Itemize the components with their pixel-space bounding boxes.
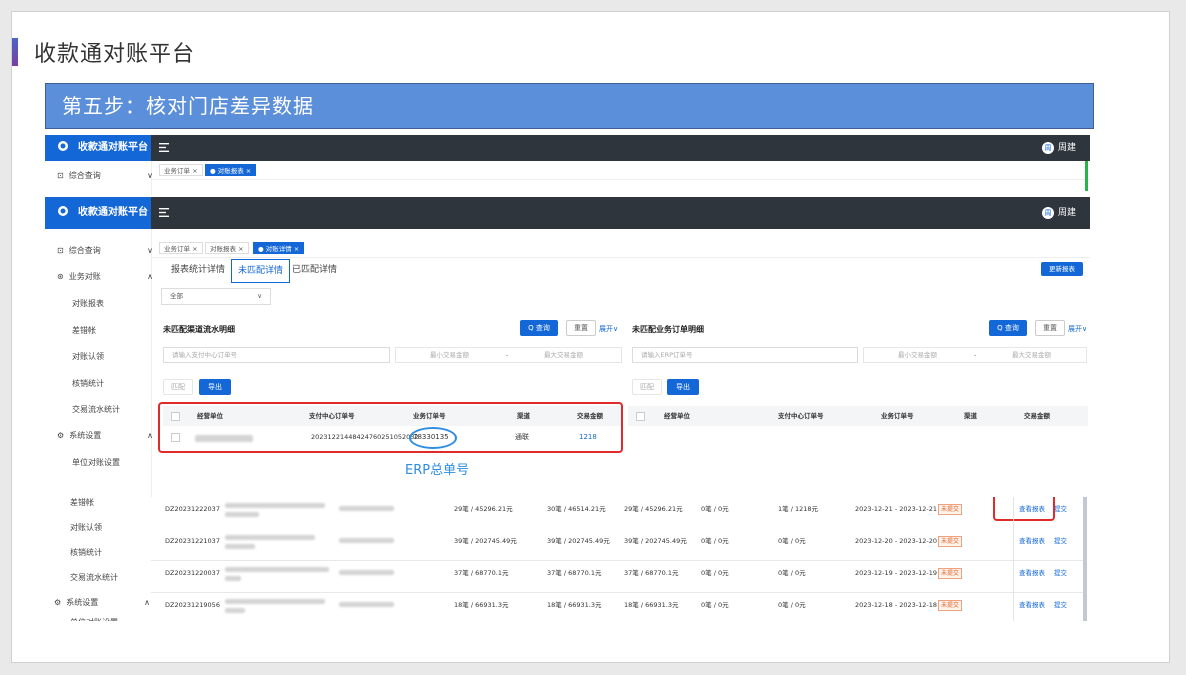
submit-link[interactable]: 提交 xyxy=(1054,593,1067,617)
erp-order-highlight xyxy=(409,427,457,449)
sidebar-item-recon[interactable]: ⊛ 业务对账 ∧ xyxy=(45,267,163,287)
submit-link[interactable]: 提交 xyxy=(1054,529,1067,553)
list-item[interactable]: DZ20231220037 37笔 / 68770.1元 37笔 / 68770… xyxy=(151,561,1086,593)
subtab-unmatched[interactable]: 未匹配详情 xyxy=(231,259,291,283)
left-query-button[interactable]: Q 查询 xyxy=(520,320,558,336)
brand: 收款通对账平台 xyxy=(45,197,151,229)
status-badge: 未提交 xyxy=(938,568,963,579)
back-header: 收款通对账平台 周周建 xyxy=(45,135,1090,161)
right-table-header: 经营单位 支付中心订单号 业务订单号 渠道 交易金额 xyxy=(628,406,1088,426)
range-dash: - xyxy=(506,351,509,359)
highlight-box xyxy=(158,402,623,453)
chevron-down-icon: ∨ xyxy=(257,292,262,300)
right-match-button[interactable]: 匹配 xyxy=(632,379,662,395)
right-amount-range[interactable]: 最小交易金额 - 最大交易金额 xyxy=(863,347,1087,363)
left-min-amount: 最小交易金额 xyxy=(430,351,469,359)
back-sidebar-item[interactable]: ⊡ 综合查询 ∨ xyxy=(45,166,163,186)
sidebar-item-settings[interactable]: ⚙ 系统设置 ∧ xyxy=(45,426,163,446)
back-brand: 收款通对账平台 xyxy=(45,135,151,161)
back-brand-title: 收款通对账平台 xyxy=(78,142,148,153)
slide-title: 收款通对账平台 xyxy=(34,42,196,67)
slide: 收款通对账平台 第五步：核对门店差异数据 收款通对账平台 周周建 ⊡ 综合查询 ∨… xyxy=(11,11,1170,663)
detail-subtabs: 报表统计详情 未匹配详情 已匹配详情 更新报表 xyxy=(151,255,1090,285)
avatar: 周 xyxy=(1041,141,1054,154)
erp-annotation: ERP总单号 xyxy=(405,463,470,478)
back-user[interactable]: 周周建 xyxy=(1041,141,1076,155)
right-reset-button[interactable]: 重置 xyxy=(1035,320,1065,336)
sidebar-item-claim[interactable]: 对账认领 xyxy=(45,347,178,367)
right-min-amount: 最小交易金额 xyxy=(898,351,937,359)
avatar: 周 xyxy=(1041,206,1054,219)
back-sidebar: ⊡ 综合查询 ∨ xyxy=(45,161,153,195)
left-panel-title: 未匹配渠道流水明细 xyxy=(163,325,235,334)
refresh-report-button[interactable]: 更新报表 xyxy=(1041,262,1083,276)
back-tabs: 业务订单 × ● 对账报表 × xyxy=(151,161,1090,180)
right-panel-title: 未匹配业务订单明细 xyxy=(632,325,704,334)
left-export-button[interactable]: 导出 xyxy=(199,379,231,395)
menu-icon[interactable] xyxy=(159,208,169,217)
status-badge: 未提交 xyxy=(938,600,963,611)
app-screenshot: 收款通对账平台 周周建 ⊡ 综合查询 ∨ 业务订单 × ● 对账报表 × 收款通对… xyxy=(45,135,1090,621)
sidebar-item-report[interactable]: 对账报表 xyxy=(45,294,178,314)
logo-icon xyxy=(58,141,68,151)
view-report-link[interactable]: 查看报表 xyxy=(1019,529,1045,553)
user-name: 周建 xyxy=(1057,208,1076,218)
left-order-input[interactable]: 请输入支付中心订单号 xyxy=(163,347,390,363)
subtab-stats[interactable]: 报表统计详情 xyxy=(165,259,231,281)
range-dash: - xyxy=(974,351,977,359)
back-scrollbar[interactable] xyxy=(1085,161,1088,191)
list-scrollbar[interactable] xyxy=(1083,497,1087,621)
left-max-amount: 最大交易金额 xyxy=(544,351,583,359)
tab-report[interactable]: 对账报表 × xyxy=(205,242,249,254)
scope-select[interactable]: 全部 ∨ xyxy=(161,288,271,305)
select-all-checkbox[interactable] xyxy=(636,412,645,421)
left-amount-range[interactable]: 最小交易金额 - 最大交易金额 xyxy=(395,347,622,363)
status-badge: 未提交 xyxy=(938,536,963,547)
title-accent-bar xyxy=(12,38,18,66)
user-name: 周建 xyxy=(1057,143,1076,153)
right-query-button[interactable]: Q 查询 xyxy=(989,320,1027,336)
header: 收款通对账平台 周周建 xyxy=(45,197,1090,229)
menu-icon[interactable] xyxy=(159,143,169,152)
sidebar-item-error[interactable]: 差错帐 xyxy=(45,321,178,341)
logo-icon xyxy=(58,206,68,216)
sidebar-item-writeoff[interactable]: 核销统计 xyxy=(45,374,178,394)
step-banner: 第五步：核对门店差异数据 xyxy=(45,83,1094,129)
sidebar: ⊡ 综合查询 ∨ ⊛ 业务对账 ∧ 对账报表 差错帐 对账认领 核销统计 交易流水统… xyxy=(45,229,153,621)
user-menu[interactable]: 周周建 xyxy=(1041,206,1076,220)
view-report-link[interactable]: 查看报表 xyxy=(1019,593,1045,617)
back-tab[interactable]: 业务订单 × xyxy=(159,164,203,176)
view-report-link[interactable]: 查看报表 xyxy=(1019,561,1045,585)
back-tab-active[interactable]: ● 对账报表 × xyxy=(205,164,257,176)
right-expand-link[interactable]: 展开∨ xyxy=(1068,324,1087,334)
list-item[interactable]: DZ20231222037 29笔 / 45296.21元 30笔 / 4651… xyxy=(151,497,1086,530)
sidebar-item-query[interactable]: ⊡ 综合查询 ∨ xyxy=(45,241,163,261)
right-max-amount: 最大交易金额 xyxy=(1012,351,1051,359)
view-report-highlight xyxy=(993,497,1055,521)
subtab-matched[interactable]: 已匹配详情 xyxy=(286,259,343,281)
submit-link[interactable]: 提交 xyxy=(1054,561,1067,585)
sidebar-item-unit[interactable]: 单位对账设置 xyxy=(45,453,178,473)
submit-link[interactable]: 提交 xyxy=(1054,497,1067,521)
list-item[interactable]: DZ20231219056 18笔 / 66931.3元 18笔 / 66931… xyxy=(151,593,1086,621)
left-reset-button[interactable]: 重置 xyxy=(566,320,596,336)
fixed-column-divider xyxy=(1013,497,1014,621)
list-item[interactable]: DZ20231221037 39笔 / 202745.49元 39笔 / 202… xyxy=(151,529,1086,561)
sidebar-item-settings-lower[interactable]: ⚙ 系统设置 ∧ xyxy=(45,593,160,613)
left-match-button[interactable]: 匹配 xyxy=(163,379,193,395)
right-order-input[interactable]: 请输入ERP订单号 xyxy=(632,347,858,363)
right-export-button[interactable]: 导出 xyxy=(667,379,699,395)
left-expand-link[interactable]: 展开∨ xyxy=(599,324,618,334)
status-badge: 未提交 xyxy=(938,504,963,515)
brand-title: 收款通对账平台 xyxy=(78,207,148,218)
tab-detail[interactable]: ● 对账详情 × xyxy=(253,242,305,254)
tab-orders[interactable]: 业务订单 × xyxy=(159,242,203,254)
